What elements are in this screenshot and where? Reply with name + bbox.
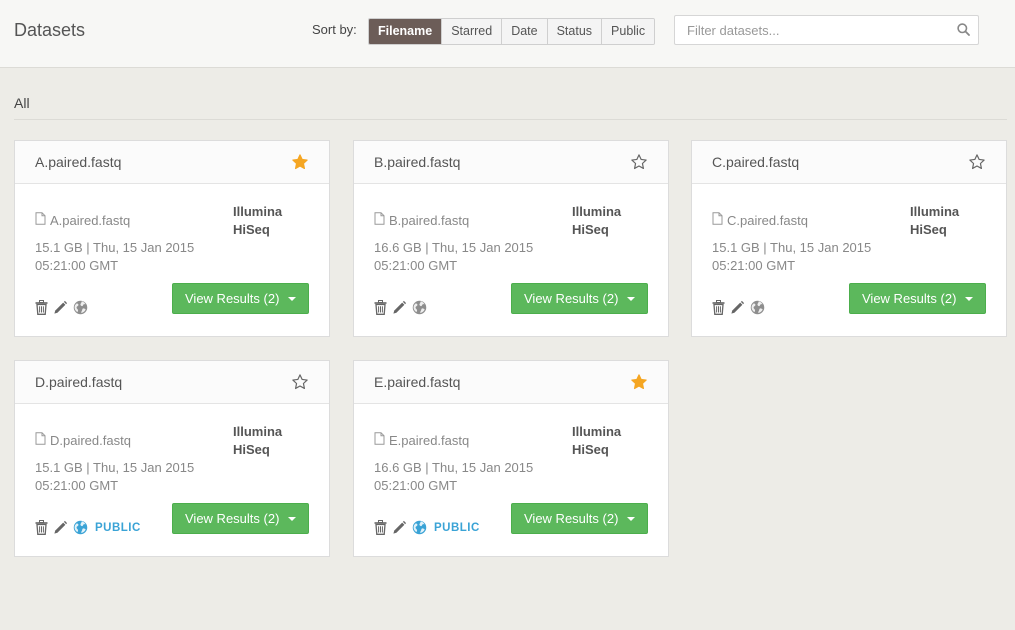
sort-starred-button[interactable]: Starred — [441, 19, 502, 44]
trash-icon[interactable] — [35, 520, 48, 535]
sort-date-button[interactable]: Date — [501, 19, 547, 44]
trash-icon[interactable] — [712, 300, 725, 315]
sort-status-button[interactable]: Status — [546, 19, 602, 44]
card-header: B.paired.fastq — [354, 141, 668, 184]
view-results-button[interactable]: View Results (2) — [849, 283, 986, 314]
pencil-icon[interactable] — [53, 300, 68, 315]
size-date: 16.6 GB | Thu, 15 Jan 2015 05:21:00 GMT — [374, 460, 534, 493]
top-bar: Datasets Sort by: Filename Starred Date … — [0, 0, 1015, 68]
file-icon — [35, 432, 50, 448]
card-header: E.paired.fastq — [354, 361, 668, 404]
file-name[interactable]: C.paired.fastq — [727, 213, 808, 228]
view-results-button[interactable]: View Results (2) — [511, 283, 648, 314]
card-actions: PUBLIC — [35, 520, 141, 535]
caret-down-icon — [627, 517, 635, 521]
dataset-title: D.paired.fastq — [35, 374, 123, 390]
dataset-title: E.paired.fastq — [374, 374, 461, 390]
section-divider — [14, 119, 1007, 120]
size-date: 16.6 GB | Thu, 15 Jan 2015 05:21:00 GMT — [374, 240, 534, 273]
file-icon — [374, 432, 389, 448]
card-actions — [35, 300, 95, 315]
file-row: B.paired.fastq — [374, 212, 469, 228]
card-header: C.paired.fastq — [692, 141, 1006, 184]
file-row: A.paired.fastq — [35, 212, 130, 228]
caret-down-icon — [627, 297, 635, 301]
view-results-label: View Results (2) — [524, 511, 619, 526]
dataset-title: B.paired.fastq — [374, 154, 461, 170]
pencil-icon[interactable] — [392, 520, 407, 535]
dataset-card-a: A.paired.fastq A.paired.fastq Illumina H… — [14, 140, 330, 337]
file-name[interactable]: A.paired.fastq — [50, 213, 130, 228]
star-icon[interactable] — [630, 153, 648, 171]
file-row: E.paired.fastq — [374, 432, 469, 448]
star-icon[interactable] — [968, 153, 986, 171]
file-icon — [35, 212, 50, 228]
card-actions — [374, 300, 434, 315]
card-header: A.paired.fastq — [15, 141, 329, 184]
size-date: 15.1 GB | Thu, 15 Jan 2015 05:21:00 GMT — [35, 460, 195, 493]
platform-label: Illumina HiSeq — [233, 424, 283, 457]
globe-icon[interactable] — [412, 520, 427, 535]
file-name[interactable]: E.paired.fastq — [389, 433, 469, 448]
view-results-button[interactable]: View Results (2) — [172, 283, 309, 314]
card-actions: PUBLIC — [374, 520, 480, 535]
card-actions — [712, 300, 772, 315]
search-input[interactable] — [675, 16, 969, 44]
pencil-icon[interactable] — [53, 520, 68, 535]
platform-label: Illumina HiSeq — [233, 204, 283, 237]
page-title: Datasets — [14, 20, 86, 40]
trash-icon[interactable] — [374, 520, 387, 535]
file-row: D.paired.fastq — [35, 432, 131, 448]
sort-public-button[interactable]: Public — [601, 19, 655, 44]
platform-label: Illumina HiSeq — [572, 204, 622, 237]
globe-icon[interactable] — [412, 300, 427, 315]
size-date: 15.1 GB | Thu, 15 Jan 2015 05:21:00 GMT — [712, 240, 872, 273]
file-row: C.paired.fastq — [712, 212, 808, 228]
pencil-icon[interactable] — [730, 300, 745, 315]
dataset-card-b: B.paired.fastq B.paired.fastq Illumina H… — [353, 140, 669, 337]
sort-filename-button[interactable]: Filename — [369, 19, 442, 44]
sort-button-group: Filename Starred Date Status Public — [368, 18, 656, 45]
file-name[interactable]: D.paired.fastq — [50, 433, 131, 448]
pencil-icon[interactable] — [392, 300, 407, 315]
dataset-title: A.paired.fastq — [35, 154, 122, 170]
caret-down-icon — [288, 297, 296, 301]
public-label: PUBLIC — [434, 521, 480, 534]
trash-icon[interactable] — [35, 300, 48, 315]
sort-label: Sort by: — [312, 22, 357, 37]
file-icon — [374, 212, 389, 228]
star-icon[interactable] — [630, 373, 648, 391]
view-results-label: View Results (2) — [185, 511, 280, 526]
view-results-button[interactable]: View Results (2) — [511, 503, 648, 534]
dataset-title: C.paired.fastq — [712, 154, 800, 170]
platform-label: Illumina HiSeq — [910, 204, 960, 237]
size-date: 15.1 GB | Thu, 15 Jan 2015 05:21:00 GMT — [35, 240, 195, 273]
globe-icon[interactable] — [73, 520, 88, 535]
search-icon[interactable] — [957, 23, 970, 41]
public-label: PUBLIC — [95, 521, 141, 534]
view-results-label: View Results (2) — [185, 291, 280, 306]
view-results-label: View Results (2) — [862, 291, 957, 306]
section-label: All — [14, 95, 30, 111]
globe-icon[interactable] — [750, 300, 765, 315]
dataset-card-d: D.paired.fastq D.paired.fastq Illumina H… — [14, 360, 330, 557]
trash-icon[interactable] — [374, 300, 387, 315]
file-name[interactable]: B.paired.fastq — [389, 213, 469, 228]
card-header: D.paired.fastq — [15, 361, 329, 404]
file-icon — [712, 212, 727, 228]
star-icon[interactable] — [291, 153, 309, 171]
dataset-card-e: E.paired.fastq E.paired.fastq Illumina H… — [353, 360, 669, 557]
view-results-label: View Results (2) — [524, 291, 619, 306]
view-results-button[interactable]: View Results (2) — [172, 503, 309, 534]
caret-down-icon — [288, 517, 296, 521]
dataset-card-c: C.paired.fastq C.paired.fastq Illumina H… — [691, 140, 1007, 337]
platform-label: Illumina HiSeq — [572, 424, 622, 457]
star-icon[interactable] — [291, 373, 309, 391]
caret-down-icon — [965, 297, 973, 301]
globe-icon[interactable] — [73, 300, 88, 315]
search-box — [674, 15, 979, 45]
